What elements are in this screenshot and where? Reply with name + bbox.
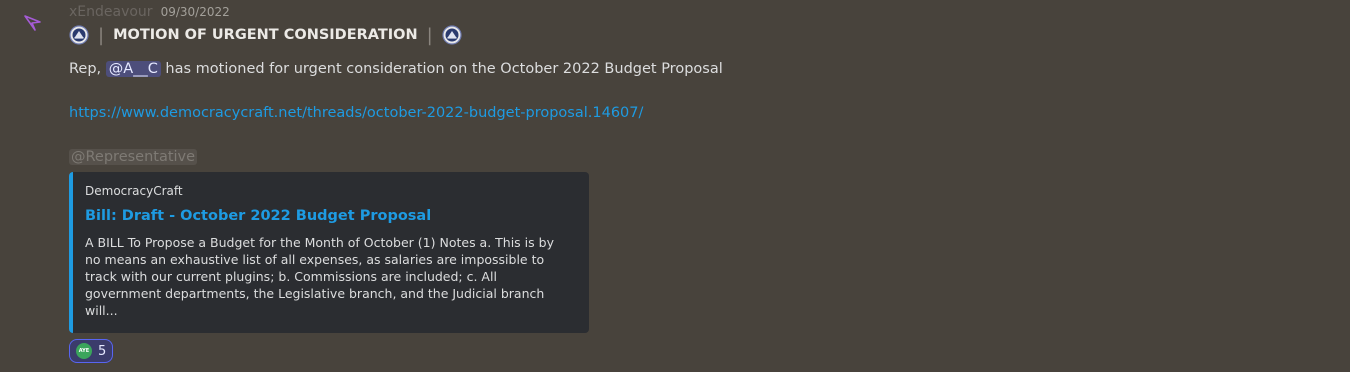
user-mention[interactable]: @A__C: [105, 61, 161, 77]
government-crest-icon: [69, 25, 89, 45]
motion-title-row: | MOTION OF URGENT CONSIDERATION |: [69, 24, 1329, 46]
motion-title: MOTION OF URGENT CONSIDERATION: [113, 27, 418, 43]
embed-title-link[interactable]: Bill: Draft - October 2022 Budget Propos…: [85, 208, 573, 224]
government-crest-icon: [442, 25, 462, 45]
role-mention[interactable]: @Representative: [69, 149, 198, 165]
thread-link[interactable]: https://www.democracycraft.net/threads/o…: [69, 105, 643, 121]
embed-description: A BILL To Propose a Budget for the Month…: [85, 235, 554, 318]
aye-reaction-button[interactable]: AYE 5: [69, 339, 114, 363]
message-timestamp[interactable]: 09/30/2022: [161, 5, 230, 19]
reactions-bar: AYE 5: [69, 339, 1329, 363]
motion-text: Rep, @A__C has motioned for urgent consi…: [69, 59, 1329, 79]
author-avatar-icon[interactable]: [22, 12, 44, 34]
title-separator-right: |: [426, 24, 433, 46]
link-embed: DemocracyCraft Bill: Draft - October 202…: [69, 172, 589, 333]
motion-text-suffix: has motioned for urgent consideration on…: [160, 61, 723, 77]
embed-provider: DemocracyCraft: [85, 184, 183, 198]
motion-text-prefix: Rep,: [69, 61, 106, 77]
author-name[interactable]: xEndeavour: [69, 4, 153, 20]
message: xEndeavour 09/30/2022 | MOTION OF URGENT…: [69, 0, 1329, 363]
aye-emoji-icon: AYE: [76, 343, 92, 359]
message-header: xEndeavour 09/30/2022: [69, 0, 1329, 24]
title-separator-left: |: [98, 24, 105, 46]
reaction-count: 5: [98, 343, 107, 359]
